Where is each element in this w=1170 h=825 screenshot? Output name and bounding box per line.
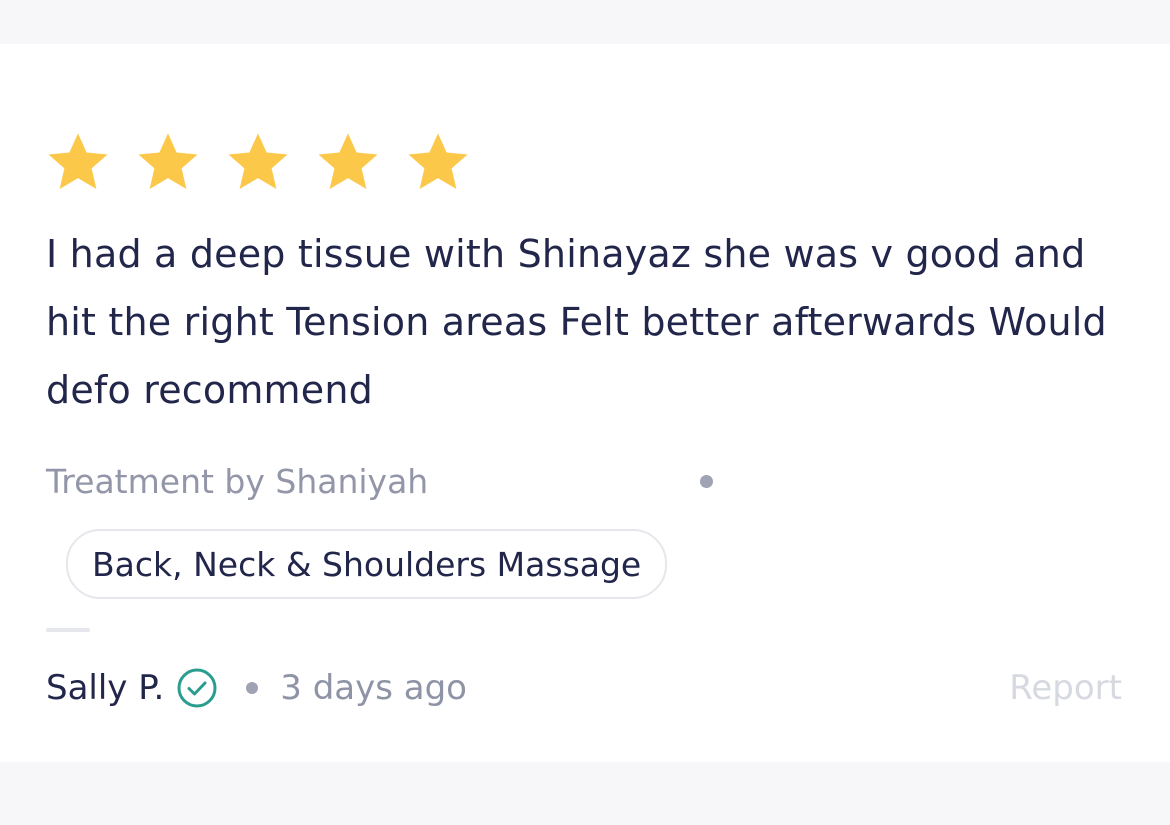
separator-dot [246, 682, 259, 694]
star-icon [134, 130, 202, 194]
star-icon [404, 130, 472, 194]
review-date: 3 days ago [280, 668, 467, 708]
report-button[interactable]: Report [1009, 660, 1122, 716]
star-icon [224, 130, 292, 194]
star-icon [314, 130, 382, 194]
service-tag[interactable]: Back, Neck & Shoulders Massage [66, 529, 668, 599]
verified-check-icon [177, 668, 217, 708]
divider [46, 628, 90, 632]
treatment-by: Treatment by Shaniyah [46, 462, 429, 501]
reviewer-meta: Sally P. 3 days ago [46, 660, 467, 716]
star-rating [44, 130, 472, 194]
reviewer-name: Sally P. [46, 668, 165, 708]
star-icon [44, 130, 112, 194]
review-text: I had a deep tissue with Shinayaz she wa… [46, 232, 1107, 412]
review-card: I had a deep tissue with Shinayaz she wa… [0, 44, 1170, 762]
separator-dot [700, 475, 713, 488]
